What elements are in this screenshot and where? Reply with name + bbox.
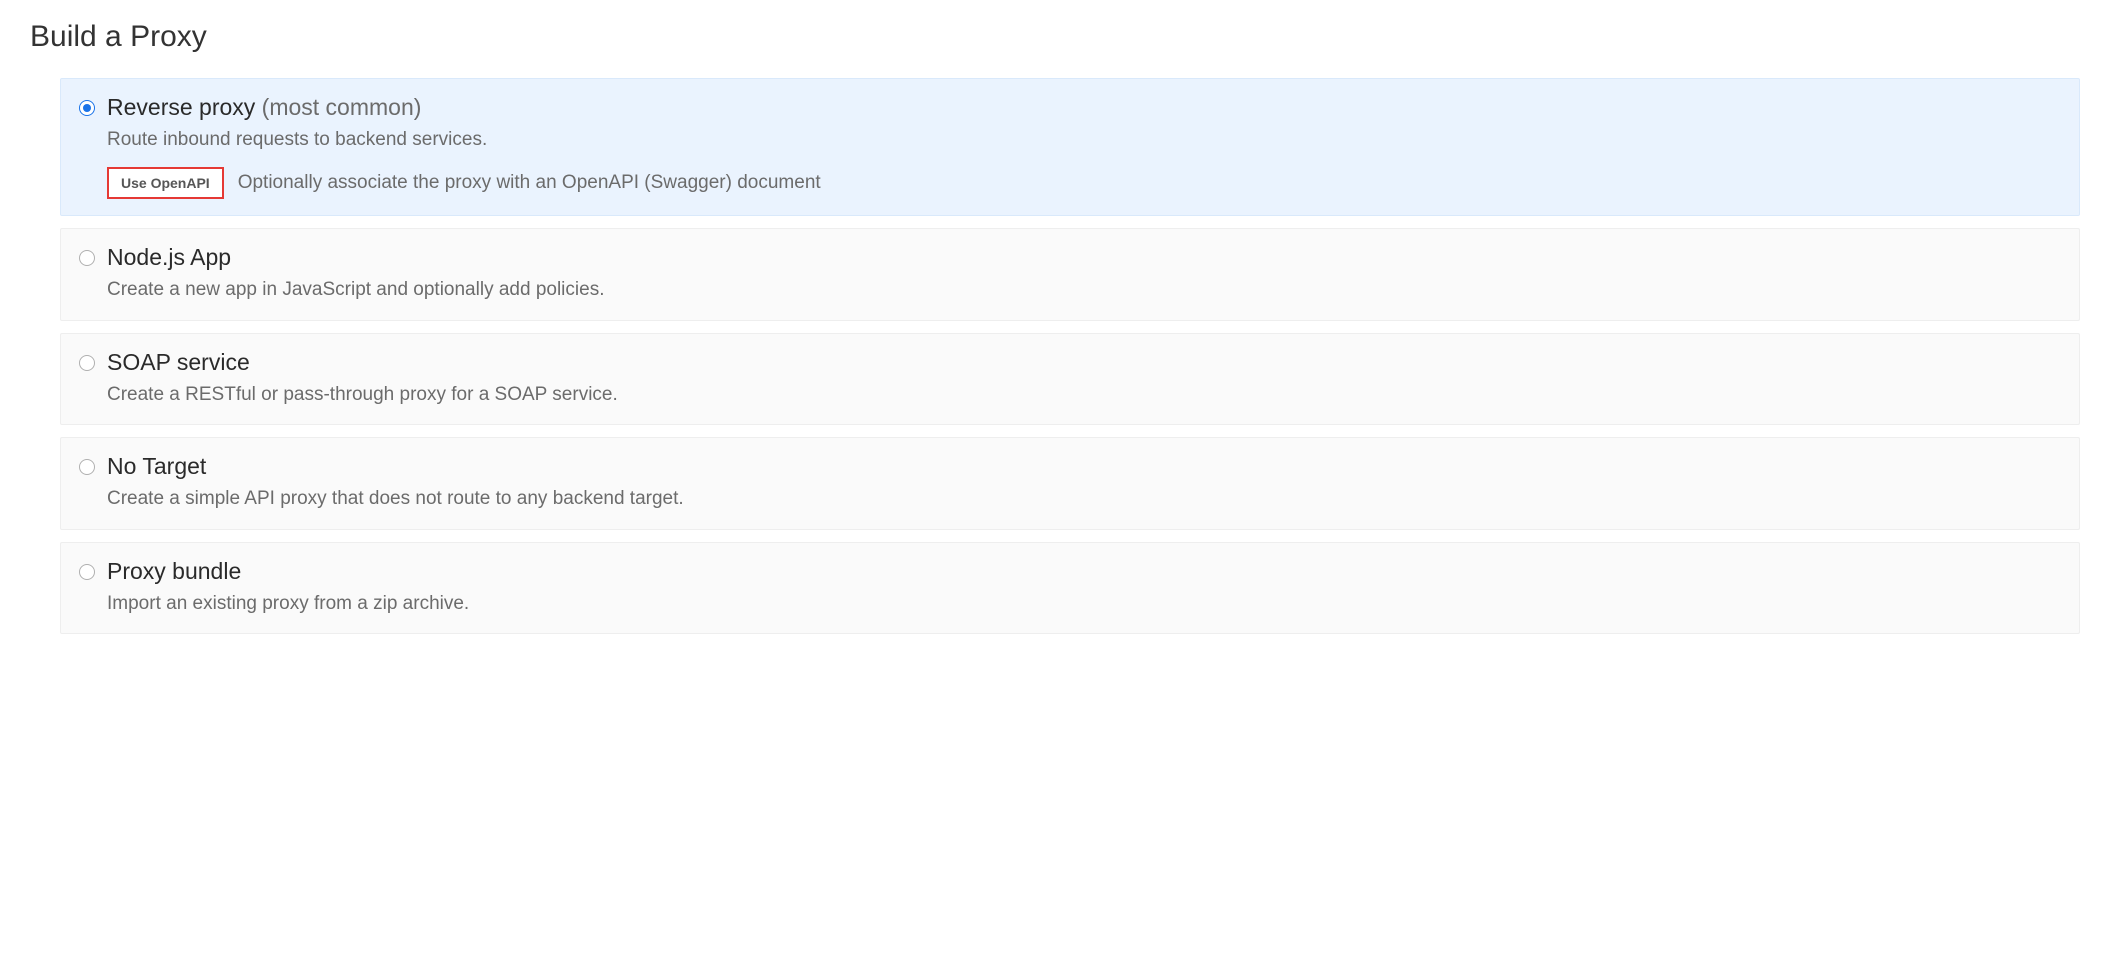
option-title: No Target <box>107 452 2061 482</box>
option-title-text: Reverse proxy <box>107 94 255 120</box>
radio-proxy-bundle[interactable] <box>79 564 95 580</box>
radio-reverse-proxy[interactable] <box>79 100 95 116</box>
radio-no-target[interactable] <box>79 459 95 475</box>
option-title-text: Node.js App <box>107 244 231 270</box>
use-openapi-button[interactable]: Use OpenAPI <box>107 167 224 199</box>
option-description: Import an existing proxy from a zip arch… <box>107 591 2061 618</box>
proxy-type-options: Reverse proxy (most common) Route inboun… <box>60 78 2080 634</box>
option-no-target[interactable]: No Target Create a simple API proxy that… <box>60 437 2080 529</box>
option-title-text: Proxy bundle <box>107 558 241 584</box>
option-extra-row: Use OpenAPI Optionally associate the pro… <box>107 167 2061 199</box>
option-reverse-proxy[interactable]: Reverse proxy (most common) Route inboun… <box>60 78 2080 216</box>
radio-soap-service[interactable] <box>79 355 95 371</box>
radio-nodejs-wrap <box>79 243 99 271</box>
option-description: Create a RESTful or pass-through proxy f… <box>107 382 2061 409</box>
option-title-text: SOAP service <box>107 349 250 375</box>
option-nodejs-app[interactable]: Node.js App Create a new app in JavaScri… <box>60 228 2080 320</box>
option-description: Route inbound requests to backend servic… <box>107 127 2061 154</box>
option-soap-service[interactable]: SOAP service Create a RESTful or pass-th… <box>60 333 2080 425</box>
option-extra-description: Optionally associate the proxy with an O… <box>238 172 821 194</box>
option-title: SOAP service <box>107 348 2061 378</box>
option-title-qualifier: (most common) <box>262 94 422 120</box>
option-title: Proxy bundle <box>107 557 2061 587</box>
option-body: No Target Create a simple API proxy that… <box>107 452 2061 512</box>
option-body: Proxy bundle Import an existing proxy fr… <box>107 557 2061 617</box>
radio-proxy-bundle-wrap <box>79 557 99 585</box>
radio-no-target-wrap <box>79 452 99 480</box>
option-body: Reverse proxy (most common) Route inboun… <box>107 93 2061 199</box>
option-description: Create a simple API proxy that does not … <box>107 486 2061 513</box>
page-title: Build a Proxy <box>30 20 2080 54</box>
option-body: Node.js App Create a new app in JavaScri… <box>107 243 2061 303</box>
option-body: SOAP service Create a RESTful or pass-th… <box>107 348 2061 408</box>
radio-reverse-proxy-wrap <box>79 93 99 121</box>
radio-soap-wrap <box>79 348 99 376</box>
option-title: Node.js App <box>107 243 2061 273</box>
option-description: Create a new app in JavaScript and optio… <box>107 277 2061 304</box>
radio-nodejs-app[interactable] <box>79 250 95 266</box>
option-title-text: No Target <box>107 453 206 479</box>
option-title: Reverse proxy (most common) <box>107 93 2061 123</box>
option-proxy-bundle[interactable]: Proxy bundle Import an existing proxy fr… <box>60 542 2080 634</box>
